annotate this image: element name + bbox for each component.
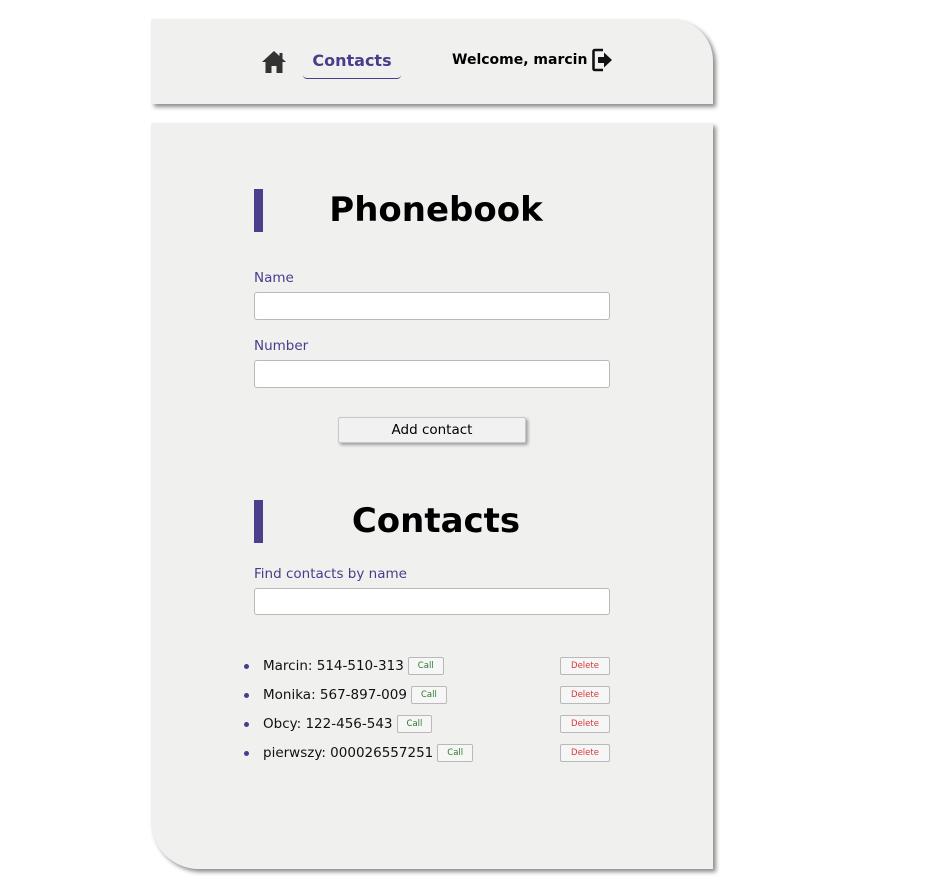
home-icon[interactable]: [261, 50, 287, 74]
call-button[interactable]: Call: [410, 686, 447, 704]
logout-icon[interactable]: [592, 47, 614, 73]
bullet: [244, 664, 249, 669]
app-header: Contacts Welcome, marcin: [151, 19, 713, 104]
number-label: Number: [254, 338, 309, 354]
contact-list: Marcin: 514-510-313 Call Delete Monika: …: [244, 656, 610, 772]
number-input[interactable]: [254, 360, 610, 388]
contact-item: Monika: 567-897-009 Call Delete: [244, 685, 610, 714]
contact-text: Obcy: 122-456-543: [263, 716, 393, 732]
phonebook-title: Phonebook: [254, 189, 609, 232]
contact-item: Obcy: 122-456-543 Call Delete: [244, 714, 610, 743]
contact-item: Marcin: 514-510-313 Call Delete: [244, 656, 610, 685]
bullet: [244, 751, 249, 756]
contacts-title: Contacts: [254, 500, 609, 543]
contact-text: pierwszy: 000026557251: [263, 745, 434, 761]
filter-input[interactable]: [254, 588, 610, 615]
call-button[interactable]: Call: [396, 715, 433, 733]
bullet: [244, 693, 249, 698]
bullet: [244, 722, 249, 727]
name-label: Name: [254, 270, 294, 286]
welcome-text: Welcome, marcin: [452, 52, 588, 68]
main-panel: Phonebook Name Number Add contact Contac…: [151, 123, 713, 869]
nav-link-contacts[interactable]: Contacts: [303, 50, 401, 79]
contact-text: Monika: 567-897-009: [263, 687, 407, 703]
contact-text: Marcin: 514-510-313: [263, 658, 404, 674]
delete-button[interactable]: Delete: [560, 657, 610, 675]
filter-label: Find contacts by name: [254, 566, 407, 582]
delete-button[interactable]: Delete: [560, 686, 610, 704]
delete-button[interactable]: Delete: [560, 744, 610, 762]
contact-item: pierwszy: 000026557251 Call Delete: [244, 743, 610, 772]
call-button[interactable]: Call: [407, 657, 444, 675]
name-input[interactable]: [254, 292, 610, 320]
delete-button[interactable]: Delete: [560, 715, 610, 733]
add-contact-button[interactable]: Add contact: [338, 417, 526, 443]
call-button[interactable]: Call: [437, 744, 474, 762]
